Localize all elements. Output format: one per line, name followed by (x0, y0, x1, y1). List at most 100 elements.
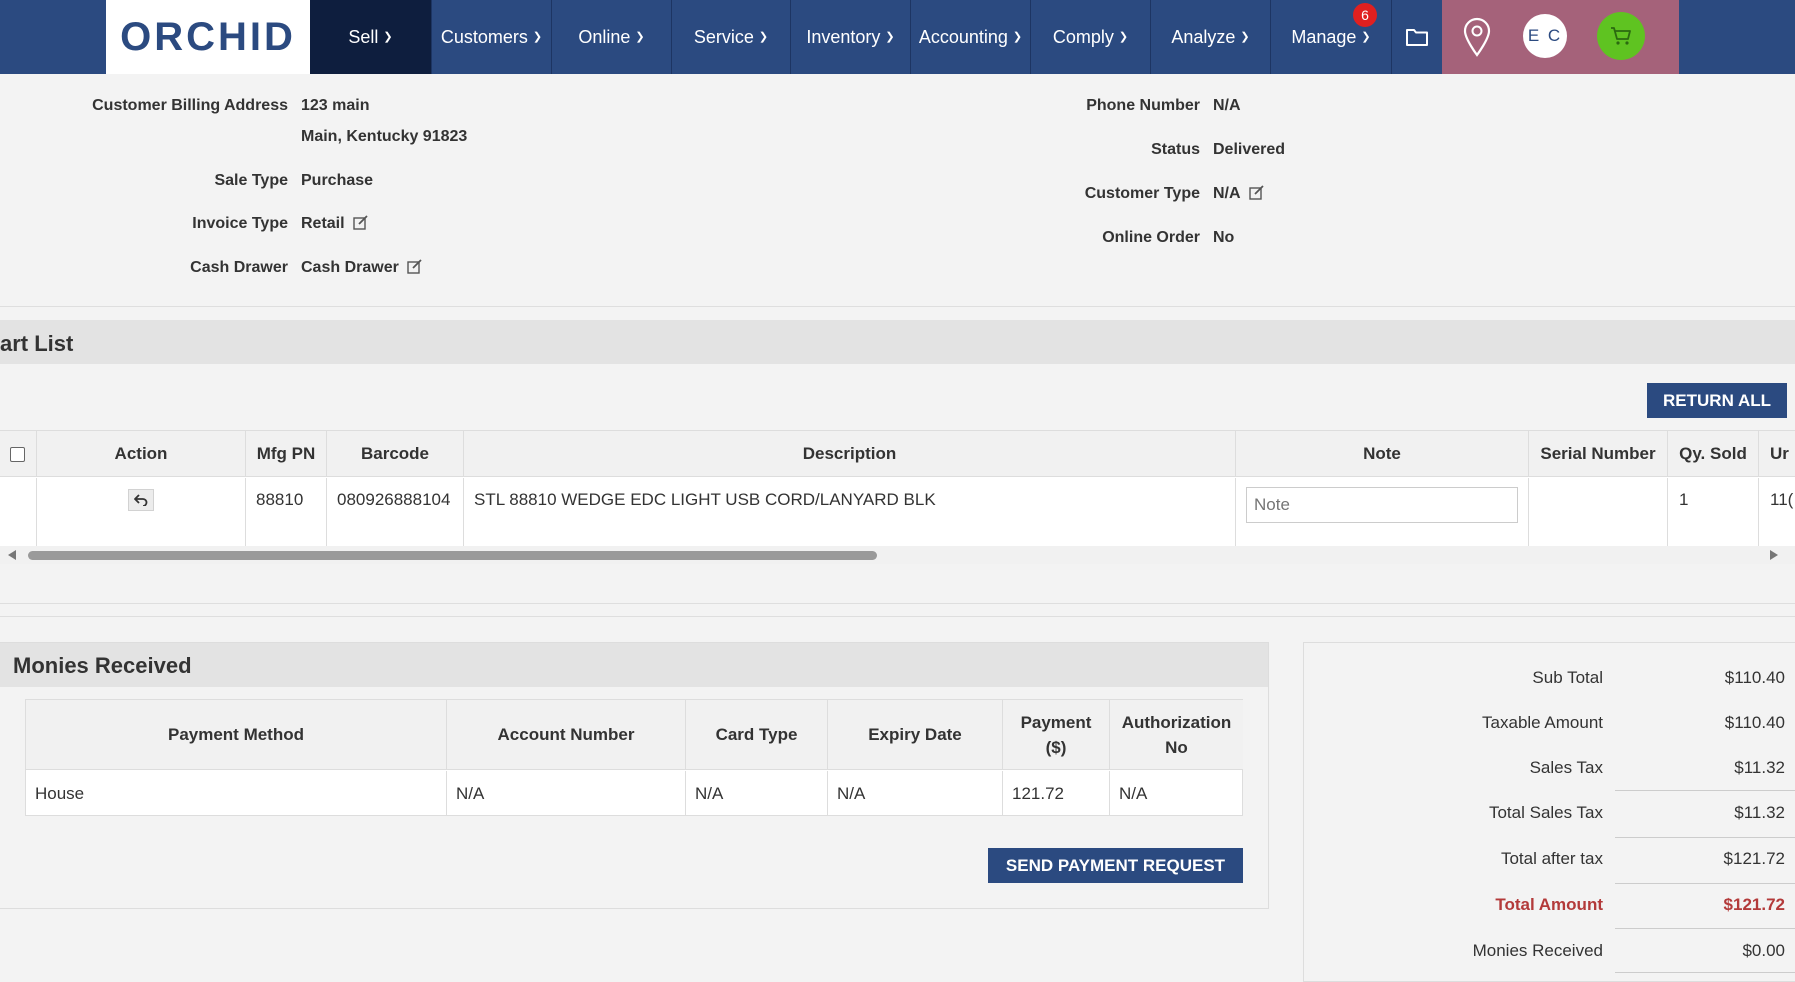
return-all-button[interactable]: RETURN ALL (1647, 383, 1787, 418)
invoice-type-label: Invoice Type (192, 215, 288, 232)
top-navbar: ORCHID Sell ❯ Customers ❯ Online ❯ Service ❯… (0, 0, 1795, 74)
sub-total-label: Sub Total (1532, 668, 1603, 687)
col-card-type: Card Type (686, 700, 828, 770)
chevron-down-icon: ❯ (383, 30, 393, 43)
nav-comply[interactable]: Comply ❯ (1031, 0, 1151, 74)
billing-address-line2: Main, Kentucky 91823 (301, 128, 468, 145)
total-sales-tax-value: $11.32 (1734, 803, 1785, 822)
online-order-label: Online Order (1102, 229, 1200, 246)
col-payment-line1: Payment (1020, 712, 1092, 732)
cart-list-title: art List (0, 331, 74, 356)
nav-online[interactable]: Online ❯ (552, 0, 672, 74)
cart-list-header (0, 320, 1795, 364)
scroll-left-arrow-icon[interactable] (8, 550, 16, 560)
chevron-down-icon: ❯ (635, 30, 645, 43)
col-barcode: Barcode (327, 431, 464, 477)
nav-accounting[interactable]: Accounting ❯ (911, 0, 1031, 74)
edit-icon[interactable] (352, 215, 369, 235)
scroll-thumb[interactable] (28, 551, 877, 560)
chevron-down-icon: ❯ (1118, 30, 1129, 43)
scroll-right-arrow-icon[interactable] (1770, 550, 1778, 560)
nav-sell-label: Sell (348, 26, 379, 47)
main-nav: Sell ❯ Customers ❯ Online ❯ Service ❯ Invent… (310, 0, 1392, 74)
col-payment-method: Payment Method (26, 700, 447, 770)
nav-analyze[interactable]: Analyze ❯ (1151, 0, 1271, 74)
edit-icon[interactable] (407, 259, 423, 279)
cart-button[interactable] (1597, 12, 1645, 60)
nav-customers[interactable]: Customers ❯ (432, 0, 552, 74)
nav-analyze-label: Analyze (1171, 26, 1236, 47)
chevron-down-icon: ❯ (758, 30, 769, 43)
col-unit: Ur (1759, 431, 1795, 477)
sales-tax-label: Sales Tax (1529, 758, 1603, 777)
total-after-tax-value: $121.72 (1723, 849, 1785, 868)
status-label: Status (1151, 141, 1200, 158)
phone-value: N/A (1213, 97, 1241, 114)
select-all-checkbox[interactable] (10, 447, 25, 462)
horizontal-scrollbar[interactable] (0, 546, 1795, 564)
nav-manage[interactable]: Manage ❯ 6 (1271, 0, 1392, 74)
status-value: Delivered (1213, 141, 1286, 158)
folder-button[interactable] (1392, 0, 1442, 74)
totals-divider (1615, 790, 1795, 791)
card-type-cell: N/A (686, 771, 828, 816)
total-after-tax-label: Total after tax (1500, 849, 1603, 868)
totals-divider (1615, 837, 1795, 838)
location-pin-icon (1463, 17, 1491, 57)
customer-type-label: Customer Type (1084, 185, 1200, 202)
cart-icon (1611, 27, 1631, 45)
sub-total-value: $110.40 (1724, 668, 1785, 687)
col-qty-sold: Qy. Sold (1668, 431, 1759, 477)
sale-type-label: Sale Type (214, 172, 288, 189)
taxable-amount-value: $110.40 (1724, 713, 1785, 732)
location-button[interactable] (1452, 10, 1502, 64)
cash-drawer-label: Cash Drawer (190, 259, 288, 276)
select-all-header (0, 431, 37, 477)
nav-comply-label: Comply (1052, 26, 1114, 47)
invoice-type-row: Retail (301, 215, 369, 235)
row-select-cell (0, 478, 37, 546)
return-item-button[interactable] (128, 489, 154, 511)
account-number-cell: N/A (447, 771, 686, 816)
taxable-amount-label: Taxable Amount (1482, 713, 1603, 732)
row-barcode: 080926888104 (327, 478, 464, 546)
col-payment: Payment ($) (1003, 700, 1110, 770)
orchid-logo[interactable]: ORCHID (106, 0, 310, 74)
col-action: Action (37, 431, 246, 477)
row-qty-sold: 1 (1668, 478, 1759, 546)
nav-inventory[interactable]: Inventory ❯ (791, 0, 911, 74)
chevron-down-icon: ❯ (1240, 30, 1250, 43)
sale-type-value: Purchase (301, 172, 374, 189)
logo-text: ORCHID (120, 14, 296, 59)
monies-received-value: $0.00 (1742, 941, 1785, 960)
row-mfg-pn: 88810 (246, 478, 327, 546)
col-auth-line1: Authorization (1121, 712, 1232, 732)
avatar[interactable]: E C (1523, 14, 1567, 58)
payment-method-cell: House (26, 771, 447, 816)
chevron-down-icon: ❯ (885, 30, 895, 43)
authorization-cell: N/A (1119, 783, 1148, 803)
phone-label: Phone Number (1086, 97, 1200, 114)
nav-online-label: Online (578, 26, 631, 47)
row-serial-number (1529, 478, 1668, 546)
nav-inventory-label: Inventory (806, 26, 881, 47)
nav-sell[interactable]: Sell ❯ (310, 0, 432, 74)
send-payment-request-button[interactable]: SEND PAYMENT REQUEST (988, 848, 1243, 883)
payment-cell: 121.72 (1003, 771, 1110, 816)
chevron-down-icon: ❯ (532, 30, 543, 43)
expiry-date-cell: N/A (828, 771, 1003, 816)
edit-icon[interactable] (1248, 185, 1265, 205)
row-description: STL 88810 WEDGE EDC LIGHT USB CORD/LANYA… (464, 478, 1236, 546)
col-serial-number: Serial Number (1529, 431, 1668, 477)
nav-customers-label: Customers (440, 26, 528, 47)
sales-tax-value: $11.32 (1734, 758, 1785, 777)
customer-type-row: N/A (1213, 185, 1265, 205)
nav-service[interactable]: Service ❯ (672, 0, 791, 74)
cash-drawer-row: Cash Drawer (301, 259, 423, 279)
col-authorization-no: Authorization No (1110, 700, 1243, 770)
online-order-value: No (1213, 229, 1235, 246)
billing-address-label: Customer Billing Address (92, 97, 288, 114)
note-input[interactable] (1246, 487, 1518, 523)
payments-table: Payment Method Account Number Card Type … (25, 699, 1243, 816)
nav-service-label: Service (693, 26, 754, 47)
